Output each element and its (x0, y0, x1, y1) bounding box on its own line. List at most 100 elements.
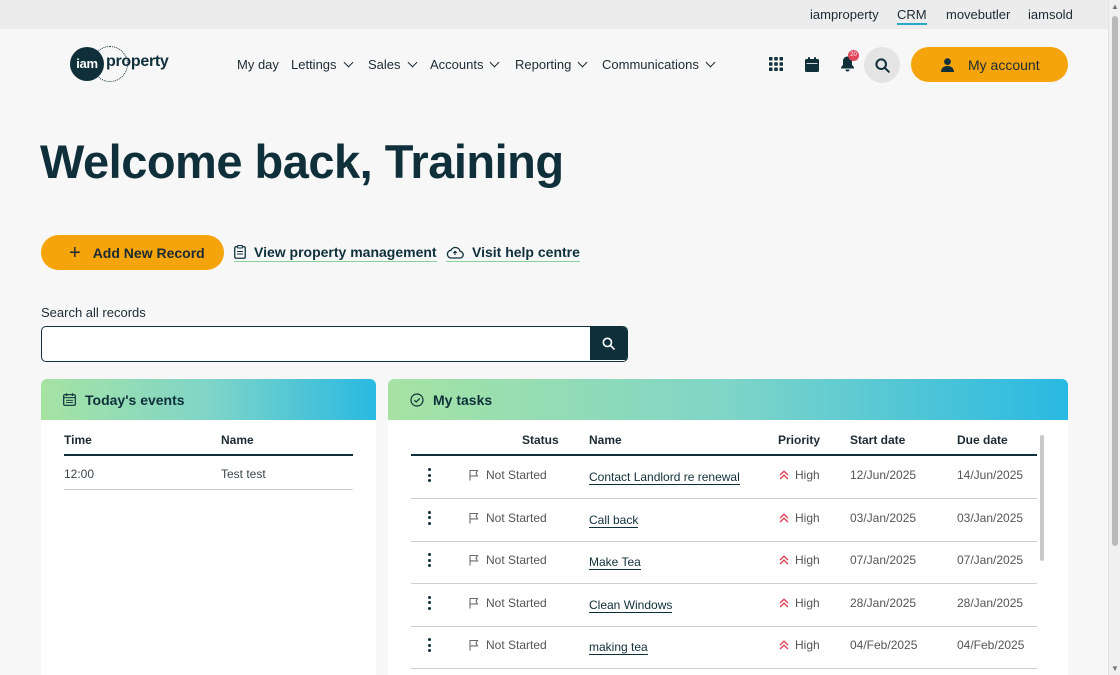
visit-help-centre-label: Visit help centre (472, 244, 580, 260)
task-priority: High (778, 468, 820, 482)
nav-item-lettings[interactable]: Lettings (291, 57, 353, 72)
logo-word: property (106, 53, 169, 70)
task-name-link[interactable]: Call back (589, 513, 639, 528)
tasks-column-priority: Priority (778, 433, 821, 447)
task-priority: High (778, 511, 820, 525)
scroll-down-icon[interactable]: ▼ (1111, 664, 1119, 673)
scrollbar-thumb[interactable] (1112, 16, 1118, 546)
logo-mark: iam (70, 47, 104, 81)
more-options-icon[interactable] (426, 510, 432, 527)
nav-item-label: Accounts (430, 57, 484, 72)
task-name-link[interactable]: Make Tea (589, 555, 641, 571)
todays-events-panel: Today's events Time Name 12:00 Test test (41, 379, 376, 675)
task-name-link[interactable]: Clean Windows (589, 598, 673, 613)
more-options-icon[interactable] (426, 638, 432, 654)
page-scrollbar[interactable]: ▲ ▼ (1108, 0, 1120, 675)
apps-grid-icon[interactable] (764, 52, 788, 76)
topbar-link-crm[interactable]: CRM (897, 7, 927, 25)
nav-item-sales[interactable]: Sales (368, 57, 417, 72)
bell-icon[interactable]: 20 (835, 50, 859, 76)
tasks-column-due-date: Due date (957, 433, 1008, 447)
nav-item-reporting[interactable]: Reporting (515, 57, 588, 72)
chevron-down-icon (490, 57, 500, 68)
calendar-icon[interactable] (800, 52, 824, 76)
task-name-link[interactable]: Contact Landlord re renewal (589, 470, 740, 485)
task-priority-label: High (795, 468, 820, 482)
events-column-name: Name (221, 433, 254, 447)
task-status-label: Not Started (486, 638, 547, 653)
task-start-date: 07/Jan/2025 (850, 553, 917, 568)
notification-count-badge: 20 (848, 50, 859, 61)
chevron-down-icon (343, 57, 353, 68)
my-tasks-title: My tasks (433, 391, 493, 408)
task-row: Not Started Contact Landlord re renewal Hi… (411, 456, 1037, 499)
header-search-button[interactable] (864, 47, 900, 83)
event-name[interactable]: Test test (221, 467, 266, 481)
more-options-icon[interactable] (426, 553, 432, 569)
my-account-label: My account (968, 56, 1040, 73)
tasks-column-status: Status (522, 433, 559, 447)
topbar-link-movebutler[interactable]: movebutler (946, 7, 1010, 22)
event-row-divider (64, 489, 353, 490)
todays-events-header: Today's events (41, 379, 376, 420)
view-property-management-label: View property management (254, 244, 437, 260)
view-property-management-link[interactable]: View property management (234, 244, 437, 262)
top-bar: iamproperty CRM movebutler iamsold (0, 0, 1108, 29)
scroll-up-icon[interactable]: ▲ (1111, 2, 1119, 11)
task-name-link[interactable]: making tea (589, 640, 648, 656)
add-new-record-button[interactable]: + Add New Record (41, 235, 224, 270)
task-row: Not Started Make Tea High 07/Jan/2025 07/Jan… (411, 541, 1037, 585)
task-start-date: 03/Jan/2025 (850, 510, 917, 525)
task-priority: High (778, 638, 820, 652)
search-icon (874, 57, 890, 73)
chevron-down-icon (577, 57, 588, 68)
page-title: Welcome back, Training (40, 135, 564, 188)
priority-high-icon (779, 598, 789, 608)
task-status: Not Started (468, 468, 547, 482)
task-status-label: Not Started (486, 553, 547, 568)
task-row: Not Started making tea High 04/Feb/2025 04/F… (411, 626, 1037, 670)
flag-icon (469, 640, 479, 651)
priority-high-icon (779, 470, 789, 480)
search-label: Search all records (41, 305, 146, 320)
more-options-icon[interactable] (426, 468, 432, 484)
calendar-icon (63, 393, 76, 406)
nav-item-my-day[interactable]: My day (237, 57, 279, 72)
events-column-time: Time (64, 433, 92, 447)
cloud-icon (446, 246, 464, 259)
clipboard-icon (234, 245, 246, 259)
add-new-record-label: Add New Record (92, 244, 205, 261)
task-priority-label: High (795, 553, 820, 568)
priority-high-icon (779, 555, 789, 565)
search-submit-button[interactable] (590, 327, 627, 360)
events-header-divider (64, 454, 353, 456)
task-status-label: Not Started (486, 468, 547, 482)
check-circle-icon (410, 392, 424, 407)
search-input[interactable] (42, 327, 591, 360)
task-row: Not Started Clean Windows High 28/Jan/2025 2… (411, 584, 1037, 627)
topbar-link-iamsold[interactable]: iamsold (1028, 7, 1073, 22)
task-priority-label: High (795, 510, 820, 525)
task-status-label: Not Started (486, 510, 547, 525)
nav-item-accounts[interactable]: Accounts (430, 57, 500, 72)
task-priority-label: High (795, 595, 820, 610)
user-icon (941, 57, 954, 72)
visit-help-centre-link[interactable]: Visit help centre (446, 244, 580, 262)
priority-high-icon (779, 512, 789, 523)
chevron-down-icon (705, 57, 716, 68)
task-status: Not Started (468, 553, 547, 567)
task-status: Not Started (468, 511, 547, 525)
nav-item-communications[interactable]: Communications (602, 57, 716, 72)
search-icon (602, 337, 615, 350)
tasks-scrollbar[interactable] (1040, 435, 1044, 561)
topbar-link-iamproperty[interactable]: iamproperty (810, 7, 879, 22)
task-due-date: 03/Jan/2025 (957, 510, 1024, 525)
flag-icon (469, 597, 479, 609)
more-options-icon[interactable] (426, 595, 432, 612)
nav-item-label: Sales (368, 57, 401, 72)
flag-icon (469, 469, 479, 481)
task-due-date: 07/Jan/2025 (957, 553, 1024, 568)
nav-item-label: Lettings (291, 57, 337, 72)
nav-item-label: My day (237, 57, 279, 72)
my-account-button[interactable]: My account (911, 47, 1068, 82)
